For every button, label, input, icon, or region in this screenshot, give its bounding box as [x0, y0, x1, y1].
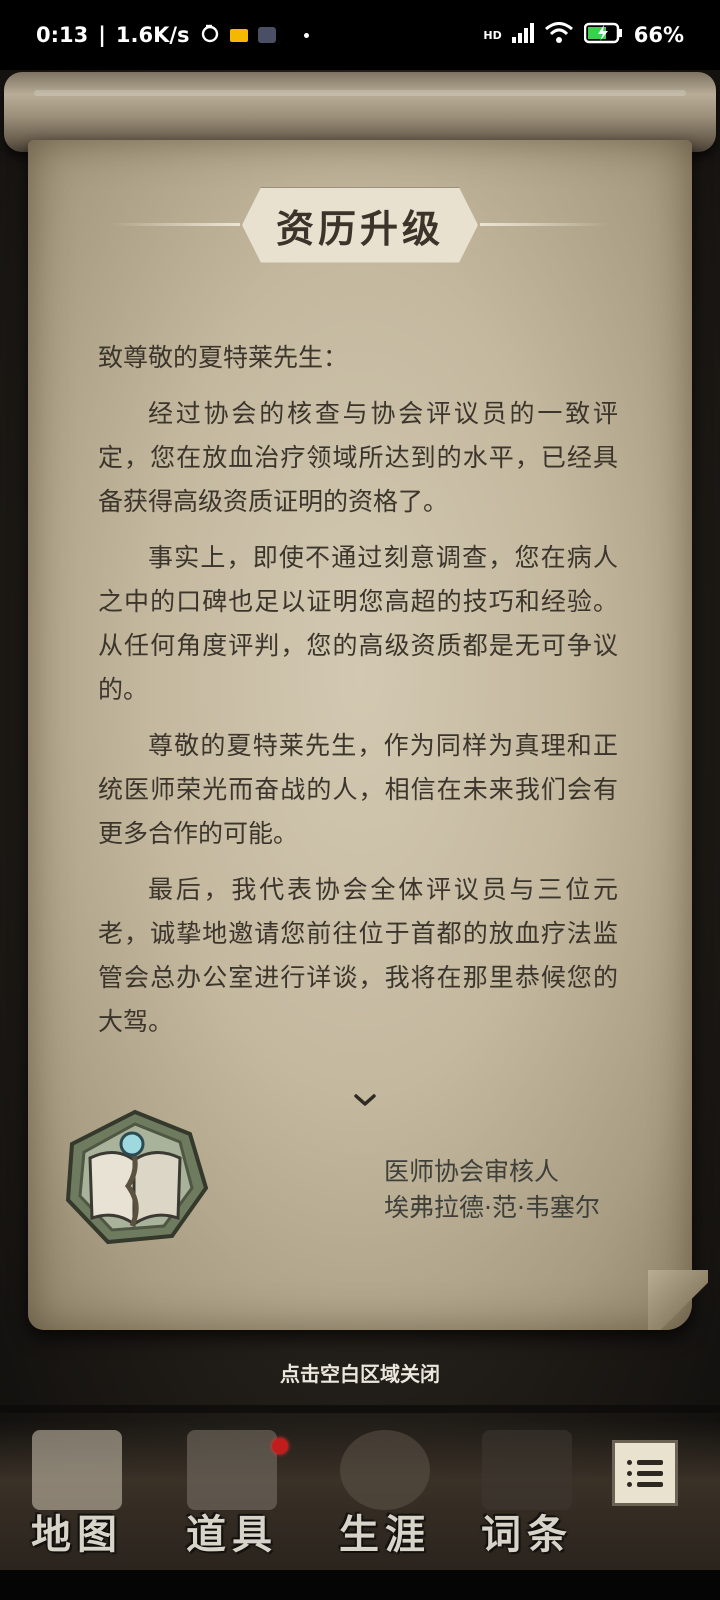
letter-title-banner: 资历升级	[110, 187, 610, 263]
letter-greeting: 致尊敬的夏特莱先生：	[98, 343, 349, 372]
signal-icon	[511, 22, 534, 48]
items-icon	[187, 1430, 277, 1510]
gesture-bar	[0, 1570, 720, 1600]
battery-charging-icon	[583, 22, 624, 49]
divider: |	[98, 23, 106, 47]
nav-label: 生涯	[339, 1511, 431, 1558]
wood-plank	[0, 1405, 720, 1413]
letter-body: 致尊敬的夏特莱先生： 经过协会的核查与协会评议员的一致评定，您在放血治疗领域所达…	[98, 336, 618, 1056]
letter-paragraph: 尊敬的夏特莱先生，作为同样为真理和正统医师荣光而奋战的人，相信在未来我们会有更多…	[98, 731, 618, 848]
app-icon	[257, 27, 276, 43]
notification-dot	[272, 1438, 288, 1454]
association-emblem-icon	[60, 1108, 210, 1248]
network-speed: 1.6K/s	[115, 23, 190, 47]
nav-glossary[interactable]: 词条	[462, 1430, 592, 1560]
title-ornament-right	[480, 223, 610, 226]
nav-label: 词条	[481, 1511, 573, 1558]
status-bar: 0:13 | 1.6K/s HD 66%	[0, 0, 720, 70]
chevron-down-icon[interactable]	[354, 1092, 376, 1106]
battery-percent: 66%	[633, 23, 684, 47]
nav-career[interactable]: 生涯	[320, 1430, 450, 1560]
wifi-icon	[544, 21, 574, 49]
nav-map[interactable]: 地图	[12, 1430, 142, 1560]
nav-label: 地图	[31, 1511, 123, 1558]
mail-icon	[229, 28, 248, 42]
menu-list-icon	[627, 1459, 663, 1465]
clock: 0:13	[36, 23, 89, 47]
signer-title: 医师协会审核人	[384, 1157, 560, 1186]
close-hint: 点击空白区域关闭	[280, 1362, 440, 1386]
letter-paragraph: 最后，我代表协会全体评议员与三位元老，诚挚地邀请您前往位于首都的放血疗法监管会总…	[98, 875, 618, 1036]
letter-paragraph: 事实上，即使不通过刻意调查，您在病人之中的口碑也足以证明您高超的技巧和经验。从任…	[98, 543, 618, 704]
more-notifications-dot	[303, 32, 309, 38]
map-icon	[32, 1430, 122, 1510]
title-ornament-left	[110, 223, 240, 226]
signer-name: 埃弗拉德·范·韦塞尔	[384, 1193, 600, 1222]
menu-button[interactable]	[612, 1440, 678, 1506]
letter-paragraph: 经过协会的核查与协会评议员的一致评定，您在放血治疗领域所达到的水平，已经具备获得…	[98, 399, 618, 516]
letter-title: 资历升级	[241, 187, 478, 263]
nav-label: 道具	[186, 1511, 278, 1558]
glossary-book-icon	[482, 1430, 572, 1510]
hd-label: HD	[483, 28, 502, 42]
wechat-like-icon	[200, 23, 220, 48]
signature-block: 医师协会审核人 埃弗拉德·范·韦塞尔	[384, 1154, 600, 1226]
career-medal-icon	[340, 1430, 430, 1510]
